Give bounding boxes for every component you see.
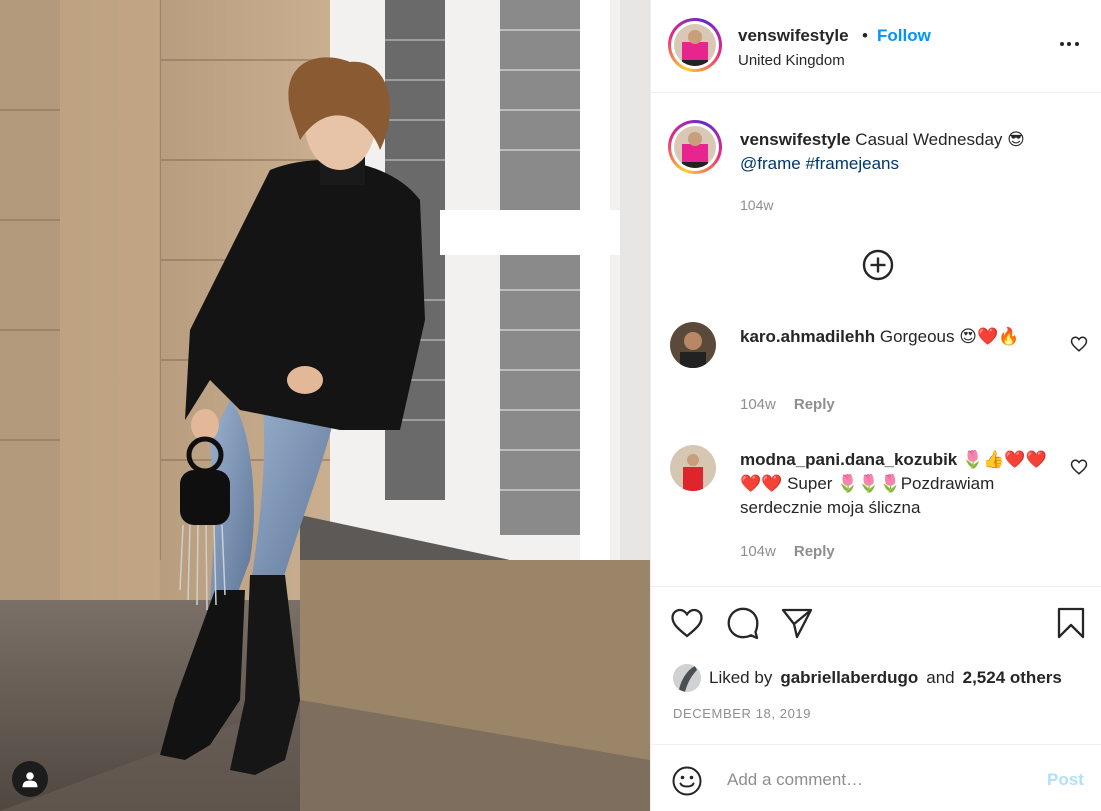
more-options-icon[interactable]: [1054, 32, 1084, 56]
avatar-image: [674, 24, 716, 66]
caption-text: Casual Wednesday: [855, 130, 1003, 149]
post-photo[interactable]: [0, 0, 650, 811]
comment-input[interactable]: [727, 765, 1027, 795]
avatar-image: [674, 126, 716, 168]
save-bookmark-icon[interactable]: [1054, 606, 1088, 640]
comment-text: Gorgeous: [879, 327, 955, 346]
caption-mention[interactable]: @frame: [740, 154, 801, 173]
comment-meta: 104w Reply: [740, 543, 835, 560]
emoji-icon[interactable]: [671, 765, 703, 797]
like-heart-icon[interactable]: [670, 606, 704, 640]
reply-button[interactable]: Reply: [794, 543, 835, 560]
comment-username[interactable]: modna_pani.dana_kozubik: [740, 450, 957, 469]
tagged-users-button[interactable]: [12, 761, 48, 797]
avatar-image: [670, 445, 716, 491]
likes-count[interactable]: 2,524 others: [963, 668, 1062, 688]
post-image: [0, 0, 650, 811]
author-avatar[interactable]: [668, 18, 722, 72]
comment-username[interactable]: karo.ahmadilehh: [740, 327, 875, 346]
like-comment-heart-icon[interactable]: [1070, 458, 1088, 476]
likes-and: and: [926, 668, 955, 687]
likes-summary: Liked by gabriellaberdugo and 2,524 othe…: [673, 664, 1062, 692]
user-icon: [22, 772, 38, 788]
liker-username[interactable]: gabriellaberdugo: [780, 668, 918, 688]
post-comment-button[interactable]: Post: [1047, 770, 1084, 790]
post-caption: venswifestyle Casual Wednesday 😎 @frame …: [740, 128, 1070, 176]
post-location[interactable]: United Kingdom: [738, 52, 845, 69]
likes-prefix: Liked by: [709, 668, 773, 687]
comment-timestamp[interactable]: 104w: [740, 543, 776, 560]
comment-body: modna_pani.dana_kozubik 🌷👍❤️❤️❤️❤️ Super…: [740, 448, 1060, 520]
caption-hashtag[interactable]: #framejeans: [805, 154, 899, 173]
share-paper-plane-icon[interactable]: [780, 606, 814, 640]
avatar-image: [673, 664, 701, 692]
post-side-panel: venswifestyle • Follow United Kingdom ve…: [650, 0, 1101, 811]
commenter-avatar[interactable]: [670, 445, 716, 491]
follow-button[interactable]: Follow: [877, 26, 931, 46]
liker-avatar[interactable]: [673, 664, 701, 692]
caption-avatar[interactable]: [668, 120, 722, 174]
comment-text: Super: [787, 474, 833, 493]
caption-timestamp[interactable]: 104w: [740, 197, 773, 213]
post-date[interactable]: DECEMBER 18, 2019: [673, 706, 811, 721]
comment-meta: 104w Reply: [740, 396, 835, 413]
post-actions: Liked by gabriellaberdugo and 2,524 othe…: [651, 586, 1101, 811]
comment-emoji: 😍❤️🔥: [959, 327, 1020, 347]
comment-timestamp[interactable]: 104w: [740, 396, 776, 413]
add-comment-bar: Post: [651, 744, 1101, 811]
caption-emoji: 😎: [1007, 130, 1025, 150]
caption-username[interactable]: venswifestyle: [740, 130, 851, 149]
avatar-image: [670, 322, 716, 368]
reply-button[interactable]: Reply: [794, 396, 835, 413]
like-comment-heart-icon[interactable]: [1070, 335, 1088, 353]
comment-body: karo.ahmadilehh Gorgeous 😍❤️🔥: [740, 325, 1060, 349]
commenter-avatar[interactable]: [670, 322, 716, 368]
load-more-comments-icon[interactable]: [861, 248, 895, 282]
post-header: venswifestyle • Follow United Kingdom: [651, 0, 1101, 93]
comment-emoji: 🌷🌷🌷: [837, 474, 901, 494]
comment-bubble-icon[interactable]: [726, 606, 760, 640]
author-username[interactable]: venswifestyle: [738, 26, 849, 46]
separator-dot: •: [862, 26, 868, 45]
